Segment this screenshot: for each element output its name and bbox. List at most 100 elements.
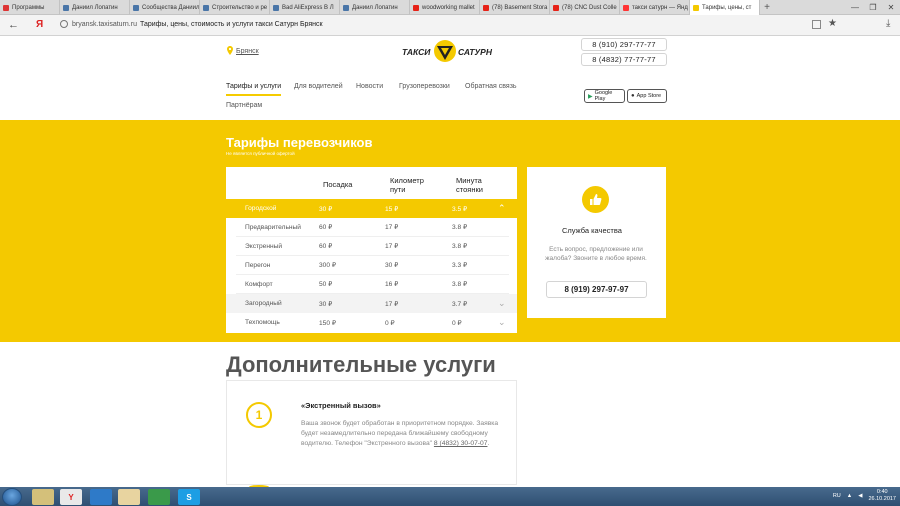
tariff-cell-b: 17 ₽ xyxy=(385,300,399,308)
tariff-cell-name: Предварительный xyxy=(245,223,301,231)
tariff-row[interactable]: Комфорт 50 ₽ 16 ₽ 3.8 ₽ xyxy=(236,275,509,294)
volume-icon[interactable]: ◀ xyxy=(858,493,862,499)
nav-drivers[interactable]: Для водителей xyxy=(294,83,343,90)
explorer-icon[interactable] xyxy=(32,489,54,505)
header-phone-1[interactable]: 8 (910) 297-77-77 xyxy=(581,38,667,51)
tariff-cell-name: Экстренный xyxy=(245,242,283,250)
tariff-cell-name: Загородный xyxy=(245,300,282,307)
apple-icon: ● xyxy=(631,93,635,99)
close-icon[interactable]: ✕ xyxy=(882,0,900,15)
network-icon[interactable]: ▲ xyxy=(847,493,852,499)
tab-favicon-icon xyxy=(623,4,629,11)
yandex-browser-icon[interactable]: Y xyxy=(60,489,82,505)
app-store-button[interactable]: ● App Store xyxy=(627,89,667,103)
col-header-minute: Минута стоянки xyxy=(456,176,483,194)
nav-feedback[interactable]: Обратная связь xyxy=(465,83,517,90)
browser-tab[interactable]: Строительство и ре xyxy=(200,0,270,15)
browser-tab[interactable]: Даниил Лопатин xyxy=(340,0,410,15)
tariff-cell-a: 30 ₽ xyxy=(319,300,333,308)
play-triangle-icon: ▶ xyxy=(588,93,593,100)
tariffs-title: Тарифы перевозчиков xyxy=(226,135,373,150)
browser-tab-strip: Программы Даниил Лопатин Сообщества Даниил… xyxy=(0,0,900,15)
skype-icon[interactable]: S xyxy=(178,489,200,505)
browser-tab[interactable]: Даниил Лопатин xyxy=(60,0,130,15)
nav-partners[interactable]: Партнёрам xyxy=(226,102,262,109)
back-arrow-icon[interactable]: ← xyxy=(8,19,19,31)
col-header-km: Километр пути xyxy=(390,176,424,194)
tab-favicon-icon xyxy=(63,4,69,11)
browser-tab[interactable]: такси сатурн — Янд xyxy=(620,0,690,15)
tariff-cell-c: 3.8 ₽ xyxy=(452,224,468,231)
tariff-cell-b: 17 ₽ xyxy=(385,224,399,231)
service-phone-link[interactable]: 8 (4832) 30-07-07 xyxy=(434,440,488,447)
tariff-cell-b: 0 ₽ xyxy=(385,319,395,327)
tariffs-disclaimer: Не является публичной офертой xyxy=(226,151,295,156)
tariff-cell-a: 60 ₽ xyxy=(319,224,333,231)
browser-tab[interactable]: (78) Basement Stora xyxy=(480,0,550,15)
language-indicator[interactable]: RU xyxy=(833,493,841,499)
url-page-title[interactable]: Тарифы, цены, стоимость и услуги такси С… xyxy=(140,21,323,28)
taxi-saturn-logo[interactable]: ТАКСИ САТУРН xyxy=(400,38,494,64)
browser-tab[interactable]: woodworking mallet xyxy=(410,0,480,15)
browser-tab[interactable]: Bad AliExpress В Л xyxy=(270,0,340,15)
city-selector[interactable]: Брянск xyxy=(236,48,259,55)
tariff-cell-b: 30 ₽ xyxy=(385,262,399,269)
tariff-row[interactable]: Техпомощь 150 ₽ 0 ₽ 0 ₽ ⌄ xyxy=(226,313,517,332)
tab-favicon-icon xyxy=(413,4,419,11)
tariff-row[interactable]: Загородный 30 ₽ 17 ₽ 3.7 ₽ ⌄ xyxy=(226,294,517,313)
reader-mode-icon[interactable] xyxy=(812,20,821,29)
chevron-up-icon[interactable]: ⌃ xyxy=(498,203,506,214)
thumbs-up-icon xyxy=(582,186,609,213)
google-play-button[interactable]: ▶ Google Play xyxy=(584,89,625,103)
quality-phone[interactable]: 8 (919) 297-97-97 xyxy=(546,281,647,298)
tariff-cell-b: 16 ₽ xyxy=(385,281,399,288)
tariff-row[interactable]: Городской 30 ₽ 15 ₽ 3.5 ₽ ⌃ xyxy=(226,199,517,218)
tariff-cell-a: 60 ₽ xyxy=(319,243,333,250)
bookmark-star-icon[interactable]: ★ xyxy=(828,18,837,29)
tab-favicon-icon xyxy=(553,4,559,11)
tariff-row[interactable]: Перегон 300 ₽ 30 ₽ 3.3 ₽ xyxy=(236,256,509,275)
service-number-badge: 1 xyxy=(246,402,272,428)
tab-favicon-icon xyxy=(693,4,699,11)
torrent-icon[interactable] xyxy=(148,489,170,505)
clock[interactable]: 0:40 26.10.2017 xyxy=(868,489,896,503)
tariff-row[interactable]: Предварительный 60 ₽ 17 ₽ 3.8 ₽ xyxy=(236,218,509,237)
browser-tab[interactable]: Программы xyxy=(0,0,60,15)
nav-tariffs[interactable]: Тарифы и услуги xyxy=(226,83,282,96)
start-button[interactable] xyxy=(2,488,22,506)
tariff-cell-a: 50 ₽ xyxy=(319,281,333,288)
url-host[interactable]: bryansk.taxisaturn.ru xyxy=(72,21,137,28)
browser-tab[interactable]: (78) CNC Dust Colle xyxy=(550,0,620,15)
info-icon[interactable] xyxy=(60,20,68,28)
nav-cargo[interactable]: Грузоперевозки xyxy=(399,83,450,90)
tariff-cell-name: Техпомощь xyxy=(245,319,280,326)
media-icon[interactable] xyxy=(118,489,140,505)
yandex-logo[interactable]: Я xyxy=(36,19,43,30)
browser-tab[interactable]: Тарифы, цены, ст xyxy=(690,0,760,15)
tab-favicon-icon xyxy=(133,4,139,11)
minimize-icon[interactable]: — xyxy=(846,0,864,15)
tariff-cell-c: 3.8 ₽ xyxy=(452,243,468,250)
service-title: «Экстренный вызов» xyxy=(301,401,381,410)
tariff-cell-name: Городской xyxy=(245,205,277,212)
tariff-cell-a: 30 ₽ xyxy=(319,205,333,213)
chevron-down-icon[interactable]: ⌄ xyxy=(498,317,506,328)
tab-favicon-icon xyxy=(343,4,349,11)
tariff-cell-a: 300 ₽ xyxy=(319,262,337,269)
nav-news[interactable]: Новости xyxy=(356,83,383,90)
download-icon[interactable]: ⤓ xyxy=(886,18,890,29)
app-icon[interactable] xyxy=(90,489,112,505)
chevron-down-icon[interactable]: ⌄ xyxy=(498,298,506,309)
new-tab-button[interactable]: + xyxy=(760,0,774,15)
system-tray: RU ▲ ◀ 0:40 26.10.2017 xyxy=(833,489,896,503)
saturn-emblem-icon xyxy=(434,40,456,62)
tariff-cell-c: 3.3 ₽ xyxy=(452,262,468,269)
browser-tab[interactable]: Сообщества Даниил xyxy=(130,0,200,15)
tab-favicon-icon xyxy=(3,4,9,11)
restore-icon[interactable]: ❐ xyxy=(864,0,882,15)
tariffs-table: Посадка Километр пути Минута стоянки Гор… xyxy=(226,167,517,333)
window-controls: — ❐ ✕ xyxy=(846,0,900,15)
address-bar: ← Я bryansk.taxisaturn.ru Тарифы, цены, … xyxy=(0,15,900,36)
header-phone-2[interactable]: 8 (4832) 77-77-77 xyxy=(581,53,667,66)
tariff-row[interactable]: Экстренный 60 ₽ 17 ₽ 3.8 ₽ xyxy=(236,237,509,256)
